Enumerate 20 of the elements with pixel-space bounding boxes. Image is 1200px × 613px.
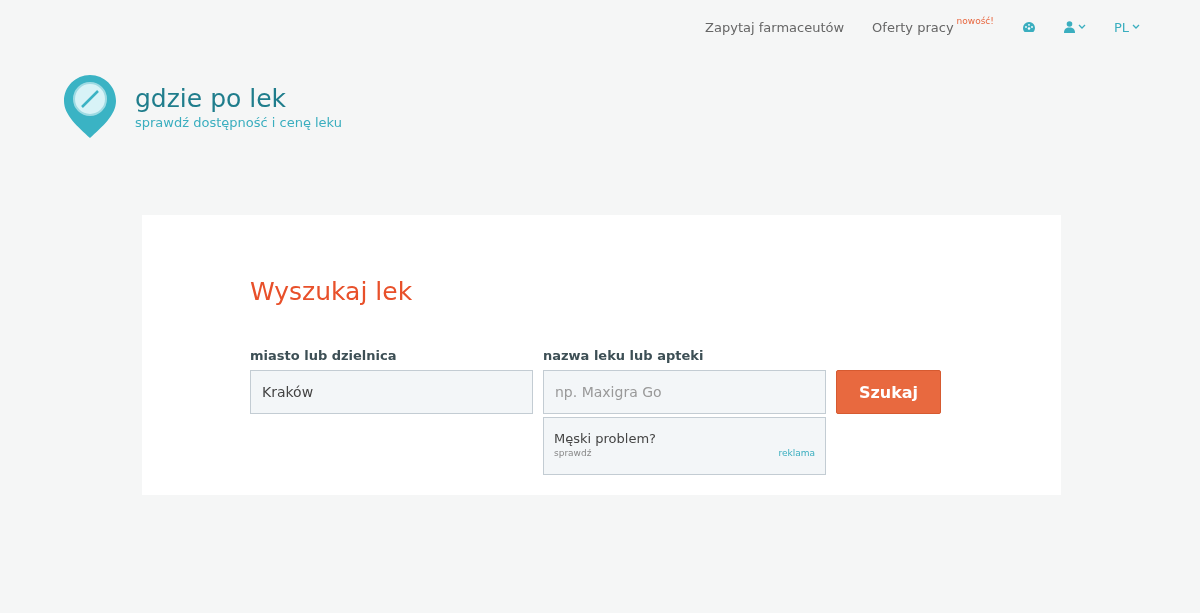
field-label: nazwa leku lub apteki — [543, 348, 705, 363]
drug-input[interactable]: np. Maxigra Go — [543, 370, 826, 414]
site-title: gdzie po lek — [135, 83, 288, 113]
chevron-down-icon — [1077, 24, 1086, 30]
ad-title: Męski problem? — [554, 431, 657, 446]
ad-tag: reklama — [778, 448, 815, 458]
ad-box[interactable]: Męski problem? sprawdź reklama — [543, 417, 826, 475]
map-pin-pill-logo — [63, 74, 117, 139]
dashboard-icon[interactable] — [1021, 21, 1036, 33]
new-label: nowość! — [956, 15, 994, 26]
site-tagline: sprawdź dostępność i cenę leku — [135, 114, 342, 130]
city-input[interactable]: Kraków — [250, 370, 533, 414]
search-heading: Wyszukaj lek — [250, 277, 414, 306]
user-menu-button[interactable] — [1063, 21, 1086, 33]
chevron-down-icon — [1132, 24, 1140, 30]
nav-link[interactable]: Zapytaj farmaceutów — [705, 19, 845, 35]
field-label: miasto lub dzielnica — [250, 348, 398, 363]
search-button[interactable]: Szukaj — [836, 370, 941, 414]
ad-link[interactable]: sprawdź — [554, 448, 592, 458]
user-icon — [1063, 21, 1075, 33]
